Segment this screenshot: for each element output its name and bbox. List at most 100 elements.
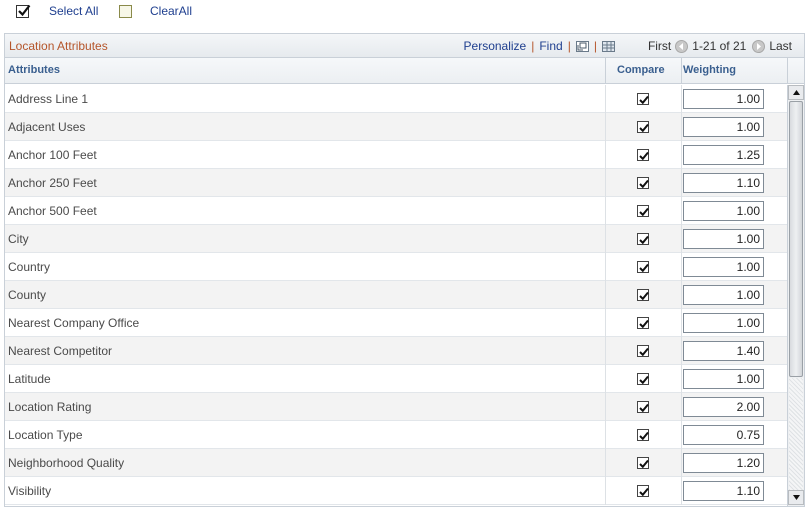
attribute-name: Latitude (8, 372, 51, 386)
next-arrow-icon[interactable] (752, 39, 766, 53)
find-link[interactable]: Find (539, 39, 562, 53)
compare-checkbox[interactable] (637, 429, 649, 441)
column-divider (681, 85, 682, 113)
scroll-down-icon (792, 495, 800, 500)
column-divider (681, 113, 682, 141)
download-grid-icon[interactable] (601, 40, 615, 52)
table-row: Latitude (5, 365, 787, 393)
weighting-input[interactable] (683, 173, 764, 193)
attribute-name: Address Line 1 (8, 92, 89, 106)
attribute-name: County (8, 288, 47, 302)
page-range: 1-21 of 21 (692, 39, 747, 53)
attribute-name: Neighborhood Quality (8, 456, 125, 470)
column-divider (681, 253, 682, 281)
checkmark-icon (639, 347, 649, 357)
column-divider (605, 197, 606, 225)
scroll-track[interactable] (789, 378, 803, 490)
weighting-input[interactable] (683, 285, 764, 305)
clear-all-label[interactable]: ClearAll (150, 4, 192, 18)
compare-checkbox[interactable] (637, 457, 649, 469)
column-divider (681, 477, 682, 505)
table-row: Anchor 500 Feet (5, 197, 787, 225)
compare-checkbox[interactable] (637, 373, 649, 385)
personalize-link[interactable]: Personalize (464, 39, 527, 53)
attribute-name: Anchor 250 Feet (8, 176, 97, 190)
table-row: Location Rating (5, 393, 787, 421)
weighting-input[interactable] (683, 89, 764, 109)
attribute-name: Anchor 500 Feet (8, 204, 97, 218)
column-divider (681, 58, 682, 84)
table-row: Nearest Company Office (5, 309, 787, 337)
compare-checkbox[interactable] (637, 121, 649, 133)
weighting-input[interactable] (683, 257, 764, 277)
column-divider (605, 281, 606, 309)
weighting-input[interactable] (683, 117, 764, 137)
column-divider (605, 58, 606, 84)
weighting-input[interactable] (683, 369, 764, 389)
table-row: Nearest Competitor (5, 337, 787, 365)
weighting-input[interactable] (683, 397, 764, 417)
column-divider (681, 337, 682, 365)
checkmark-icon (639, 151, 649, 161)
table-row: Neighborhood Quality (5, 449, 787, 477)
checkmark-icon (639, 375, 649, 385)
compare-checkbox[interactable] (637, 345, 649, 357)
compare-checkbox[interactable] (637, 289, 649, 301)
weighting-input[interactable] (683, 425, 764, 445)
weighting-input[interactable] (683, 201, 764, 221)
scroll-thumb[interactable] (789, 101, 803, 377)
compare-checkbox[interactable] (637, 177, 649, 189)
grid-header-row: Attributes Compare Weighting (5, 58, 804, 84)
compare-column-header: Compare (617, 64, 665, 76)
select-all-link[interactable]: Select All (16, 4, 98, 18)
column-divider (605, 169, 606, 197)
column-divider (605, 421, 606, 449)
column-divider (605, 449, 606, 477)
weighting-input[interactable] (683, 341, 764, 361)
column-divider (605, 393, 606, 421)
table-row: Country (5, 253, 787, 281)
attribute-name: Location Type (8, 428, 83, 442)
compare-checkbox[interactable] (637, 401, 649, 413)
column-divider (681, 393, 682, 421)
compare-checkbox[interactable] (637, 261, 649, 273)
first-label: First (647, 39, 672, 53)
compare-checkbox[interactable] (637, 317, 649, 329)
attribute-name: Country (8, 260, 51, 274)
previous-arrow-icon[interactable] (675, 39, 689, 53)
column-divider (605, 113, 606, 141)
attribute-name: Anchor 100 Feet (8, 148, 97, 162)
compare-checkbox[interactable] (637, 149, 649, 161)
column-divider (605, 365, 606, 393)
scroll-down-button[interactable] (788, 490, 804, 505)
weighting-input[interactable] (683, 229, 764, 249)
compare-checkbox[interactable] (637, 205, 649, 217)
column-divider (681, 197, 682, 225)
nav-separator: | (531, 39, 535, 53)
weighting-input[interactable] (683, 145, 764, 165)
weighting-input[interactable] (683, 481, 764, 501)
table-row: Address Line 1 (5, 85, 787, 113)
vertical-scrollbar[interactable] (787, 85, 804, 506)
checkmark-icon (639, 431, 649, 441)
checkmark-icon (639, 235, 649, 245)
compare-checkbox[interactable] (637, 485, 649, 497)
table-row: County (5, 281, 787, 309)
select-all-label[interactable]: Select All (49, 4, 98, 18)
weighting-input[interactable] (683, 453, 764, 473)
checkmark-icon (639, 95, 649, 105)
attributes-column-header: Attributes (8, 64, 60, 76)
column-divider (605, 309, 606, 337)
weighting-input[interactable] (683, 313, 764, 333)
clear-all-link[interactable]: ClearAll (119, 4, 192, 18)
scroll-up-button[interactable] (788, 85, 804, 100)
empty-checkbox-icon (119, 4, 132, 18)
grid-navigation: Personalize | Find | | First 1-21 of 21 … (464, 34, 804, 58)
attribute-name: Adjacent Uses (8, 120, 86, 134)
checkmark-icon (639, 319, 649, 329)
compare-checkbox[interactable] (637, 93, 649, 105)
scroll-up-icon (792, 90, 800, 95)
column-divider (681, 141, 682, 169)
new-window-icon[interactable] (575, 40, 589, 52)
compare-checkbox[interactable] (637, 233, 649, 245)
